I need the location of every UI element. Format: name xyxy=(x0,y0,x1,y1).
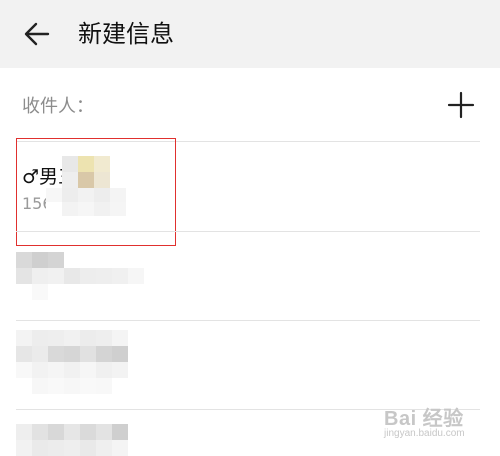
page-title: 新建信息 xyxy=(78,20,174,48)
plus-icon xyxy=(447,91,475,119)
add-recipient-button[interactable] xyxy=(446,90,476,120)
arrow-left-icon xyxy=(24,22,50,46)
watermark: Bai 经验 jingyan.baidu.com xyxy=(384,398,494,450)
selection-highlight xyxy=(16,138,176,246)
pixelated-area xyxy=(16,424,128,456)
pixelated-area xyxy=(16,252,144,300)
watermark-url: jingyan.baidu.com xyxy=(384,428,465,439)
recipient-row[interactable]: 收件人： xyxy=(0,68,500,142)
watermark-logo: Bai 经验 xyxy=(384,408,464,430)
pixelated-area xyxy=(16,330,144,394)
app-header: 新建信息 xyxy=(0,0,500,68)
back-button[interactable] xyxy=(20,16,56,52)
recipient-label: 收件人： xyxy=(22,96,94,117)
